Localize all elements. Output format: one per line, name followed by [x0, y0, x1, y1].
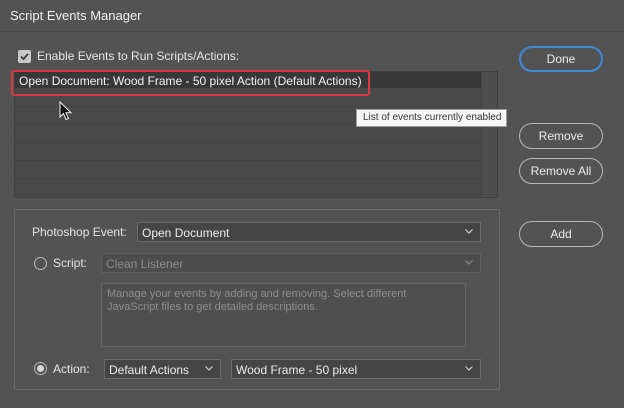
script-label: Script: [53, 256, 88, 270]
enable-events-checkbox[interactable] [18, 50, 31, 63]
enable-events-label: Enable Events to Run Scripts/Actions: [37, 49, 240, 63]
title-bar: Script Events Manager [0, 0, 624, 32]
action-label: Action: [53, 362, 90, 376]
remove-button[interactable]: Remove [519, 123, 603, 149]
chevron-down-icon [205, 366, 213, 371]
action-set-dropdown[interactable]: Default Actions [104, 359, 221, 379]
script-description: Manage your events by adding and removin… [101, 283, 466, 347]
list-divider [15, 160, 483, 161]
action-dropdown[interactable]: Wood Frame - 50 pixel [231, 359, 481, 379]
checkbox-check-icon [20, 53, 29, 61]
list-divider [15, 178, 483, 179]
chevron-down-icon [465, 260, 473, 265]
script-value: Clean Listener [106, 257, 184, 271]
script-dropdown[interactable]: Clean Listener [101, 253, 481, 273]
mouse-cursor-icon [59, 101, 73, 121]
chevron-down-icon [465, 229, 473, 234]
events-list-tooltip: List of events currently enabled [356, 109, 507, 127]
photoshop-event-label: Photoshop Event: [32, 225, 127, 239]
list-divider [15, 106, 483, 107]
radio-icon [37, 365, 44, 372]
action-value: Wood Frame - 50 pixel [236, 363, 358, 377]
events-list-scrollbar[interactable] [481, 72, 497, 197]
chevron-down-icon [465, 366, 473, 371]
done-button[interactable]: Done [519, 46, 603, 72]
window-title: Script Events Manager [10, 8, 142, 23]
action-set-value: Default Actions [109, 363, 190, 377]
script-radio[interactable] [34, 257, 47, 270]
photoshop-event-dropdown[interactable]: Open Document [137, 222, 481, 242]
photoshop-event-value: Open Document [142, 226, 230, 240]
add-button[interactable]: Add [519, 221, 603, 247]
list-divider [15, 142, 483, 143]
selection-highlight-annotation [11, 70, 370, 96]
remove-all-button[interactable]: Remove All [519, 158, 603, 184]
